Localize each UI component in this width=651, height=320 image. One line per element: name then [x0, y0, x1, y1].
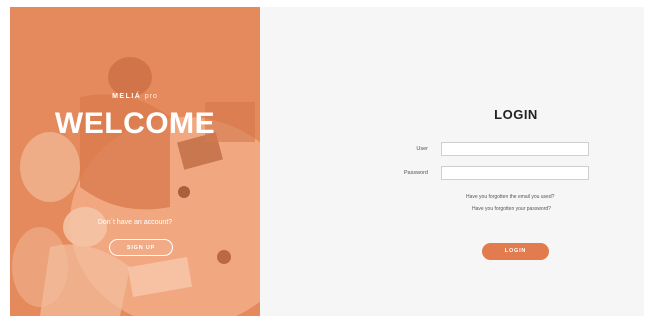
no-account-text: Don´t have an account? — [97, 219, 173, 226]
welcome-panel: MELIÁ pro WELCOME Don´t have an account?… — [10, 7, 260, 316]
login-button[interactable]: LOGIN — [482, 243, 549, 260]
password-input[interactable] — [441, 166, 589, 180]
forgot-password-link[interactable]: Have you forgotten your password? — [472, 206, 551, 212]
welcome-heading: WELCOME — [54, 107, 216, 140]
brand-logo: MELIÁ pro — [10, 93, 260, 100]
forgot-email-link[interactable]: Have you forgotten the email you used? — [466, 194, 554, 200]
background-photo — [10, 7, 260, 316]
user-input[interactable] — [441, 142, 589, 156]
password-label: Password — [403, 170, 428, 176]
brand-name: MELIÁ — [112, 93, 142, 100]
login-title: LOGIN — [494, 107, 538, 122]
user-label: User — [416, 146, 428, 152]
login-panel — [260, 7, 644, 316]
login-page: MELIÁ pro WELCOME Don´t have an account?… — [0, 0, 651, 320]
signup-button[interactable]: SIGN UP — [109, 239, 173, 256]
brand-suffix: pro — [144, 93, 158, 100]
